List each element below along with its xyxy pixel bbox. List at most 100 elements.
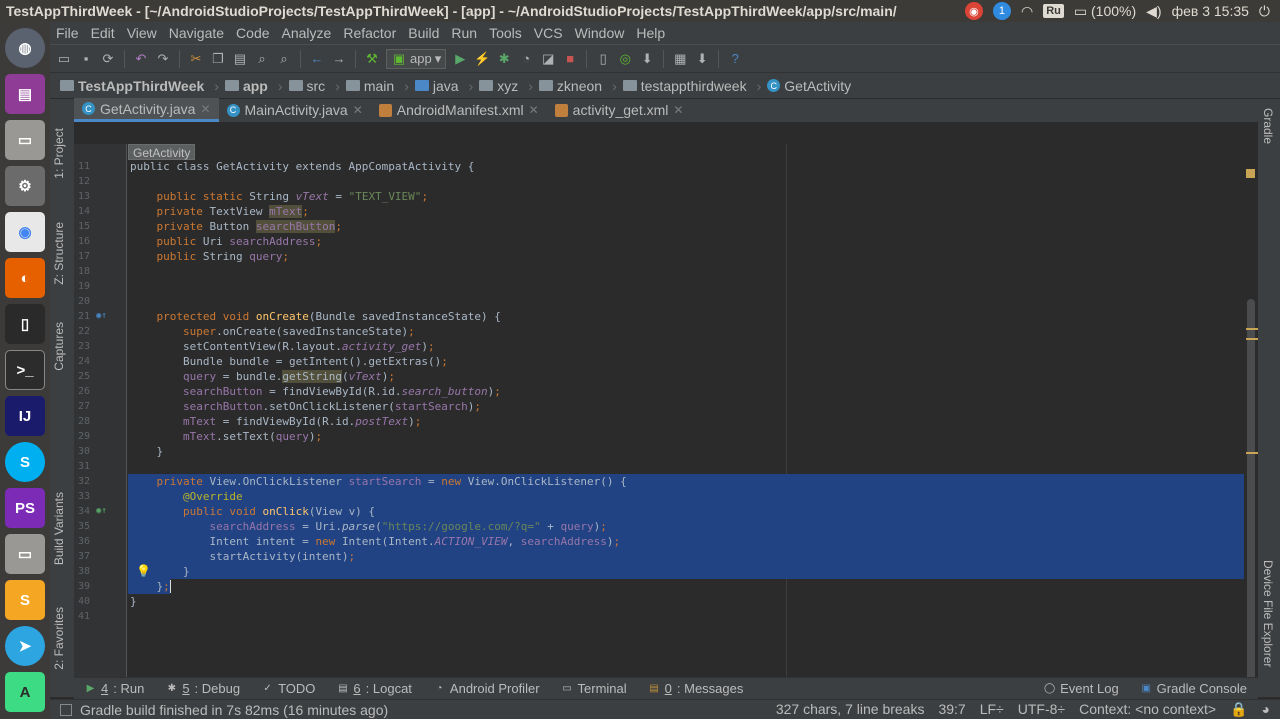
profile-icon[interactable]: ◔ [518, 51, 534, 67]
tool-project[interactable]: 1: Project [52, 128, 66, 179]
breadcrumb-xyz[interactable]: xyz [479, 78, 518, 94]
tool-gradle-console[interactable]: ▣ Gradle Console [1130, 681, 1258, 696]
implements-gutter-icon[interactable]: ◉↑ [96, 504, 107, 519]
close-icon[interactable]: ✕ [200, 102, 210, 116]
paste-icon[interactable]: ▤ [232, 51, 248, 67]
make-project-icon[interactable]: ⚒ [364, 51, 380, 67]
tool-device-file-explorer[interactable]: Device File Explorer [1261, 560, 1275, 667]
power-icon[interactable]: ⏻ [1259, 3, 1270, 20]
tool-gradle[interactable]: Gradle [1261, 108, 1275, 144]
breadcrumb-main[interactable]: main [345, 78, 394, 94]
tab-getactivity-java[interactable]: C GetActivity.java ✕ [74, 98, 219, 122]
volume-icon[interactable]: ◀) [1146, 3, 1161, 20]
sync-icon[interactable]: ⟳ [100, 51, 116, 67]
inspector-icon[interactable]: ◕ [1262, 701, 1270, 718]
redo-icon[interactable]: ↷ [155, 51, 171, 67]
lock-icon[interactable]: 🔒 [1230, 701, 1247, 718]
tool-logcat[interactable]: ▤ 6: Logcat [326, 681, 423, 696]
skype-icon[interactable]: S [5, 442, 45, 482]
sublime-icon[interactable]: S [5, 580, 45, 620]
apply-changes-icon[interactable]: ⚡ [474, 51, 490, 67]
chrome-tray-icon[interactable]: ◉ [964, 2, 983, 20]
find-icon[interactable]: ⌕ [254, 51, 270, 67]
tool-run[interactable]: ▶ 4: Run [74, 681, 155, 696]
gradle-sync-icon[interactable]: ◎ [617, 51, 633, 67]
menu-help[interactable]: Help [630, 25, 671, 41]
forward-icon[interactable]: → [331, 51, 347, 67]
tool-terminal[interactable]: ▭ Terminal [551, 681, 638, 696]
breadcrumb-app[interactable]: app [224, 78, 268, 94]
sdk-manager-icon[interactable]: ⬇ [639, 51, 655, 67]
menu-tools[interactable]: Tools [483, 25, 528, 41]
status-message[interactable]: Gradle build finished in 7s 82ms (16 min… [80, 702, 388, 718]
breadcrumb-project[interactable]: TestAppThirdWeek [60, 78, 204, 94]
tool-windows-toggle-icon[interactable] [60, 703, 72, 716]
close-icon[interactable]: ✕ [673, 103, 683, 117]
tab-androidmanifest-xml[interactable]: AndroidManifest.xml ✕ [371, 98, 547, 122]
menu-refactor[interactable]: Refactor [337, 25, 402, 41]
dash-home-icon[interactable]: ◍ [5, 28, 45, 68]
files-icon[interactable]: ▭ [5, 120, 45, 160]
cut-icon[interactable]: ✂ [188, 51, 204, 67]
menu-run[interactable]: Run [445, 25, 483, 41]
menu-code[interactable]: Code [230, 25, 275, 41]
tool-structure[interactable]: Z: Structure [52, 222, 66, 285]
menu-build[interactable]: Build [402, 25, 445, 41]
android-device-icon[interactable]: ▯ [5, 304, 45, 344]
replace-icon[interactable]: ⌕ [276, 51, 292, 67]
telegram-icon[interactable]: ➤ [5, 626, 45, 666]
warning-marker[interactable] [1246, 338, 1258, 340]
wifi-icon[interactable]: ◠ [1021, 3, 1033, 20]
code-editor[interactable]: 11 public class GetActivity extends AppCo… [74, 144, 1258, 697]
override-gutter-icon[interactable]: ◉↑ [96, 309, 107, 324]
menu-view[interactable]: View [121, 25, 163, 41]
chrome-icon[interactable]: ◉ [5, 212, 45, 252]
scrollbar-thumb[interactable] [1247, 299, 1255, 699]
warning-marker[interactable] [1246, 328, 1258, 330]
tool-debug[interactable]: ✱ 5: Debug [155, 681, 251, 696]
intellij-icon[interactable]: IJ [5, 396, 45, 436]
context-indicator[interactable]: Context: <no context> [1079, 701, 1216, 718]
breadcrumb-class[interactable]: C GetActivity [767, 78, 851, 94]
close-icon[interactable]: ✕ [353, 103, 363, 117]
help-icon[interactable]: ? [727, 51, 743, 67]
editor-scrollbar[interactable] [1244, 144, 1258, 699]
firefox-icon[interactable]: ◐ [5, 258, 45, 298]
menu-window[interactable]: Window [569, 25, 631, 41]
run-icon[interactable]: ▶ [452, 51, 468, 67]
undo-icon[interactable]: ↶ [133, 51, 149, 67]
run-configuration-select[interactable]: ▣ app ▾ [386, 48, 447, 69]
keyboard-layout-indicator[interactable]: Ru [1043, 4, 1064, 18]
analysis-status-icon[interactable] [1246, 169, 1255, 178]
menu-edit[interactable]: Edit [85, 25, 121, 41]
breadcrumb-src[interactable]: src [288, 78, 325, 94]
menu-analyze[interactable]: Analyze [276, 25, 338, 41]
project-structure-icon[interactable]: ▦ [672, 51, 688, 67]
tool-todo[interactable]: ✓ TODO [251, 681, 326, 696]
debug-icon[interactable]: ✱ [496, 51, 512, 67]
back-icon[interactable]: ← [309, 51, 325, 67]
close-icon[interactable]: ✕ [529, 103, 539, 117]
breadcrumb-zkneon[interactable]: zkneon [538, 78, 602, 94]
device-monitor-icon[interactable]: ⬇ [694, 51, 710, 67]
battery-indicator[interactable]: ▭ (100%) [1074, 3, 1136, 20]
save-icon[interactable]: ▪ [78, 51, 94, 67]
tab-mainactivity-java[interactable]: C MainActivity.java ✕ [219, 98, 371, 122]
archive-icon[interactable]: ▭ [5, 534, 45, 574]
tab-activity-get-xml[interactable]: activity_get.xml ✕ [547, 98, 692, 122]
tool-captures[interactable]: Captures [52, 322, 66, 371]
android-studio-icon[interactable]: A [5, 672, 45, 712]
tool-messages[interactable]: ▤ 0: Messages [638, 681, 755, 696]
settings-icon[interactable]: ⚙ [5, 166, 45, 206]
line-separator-select[interactable]: LF÷ [980, 701, 1004, 718]
breadcrumb-package[interactable]: testappthirdweek [622, 78, 747, 94]
tool-android-profiler[interactable]: ◔ Android Profiler [423, 681, 551, 696]
encoding-select[interactable]: UTF-8÷ [1018, 701, 1065, 718]
warning-marker[interactable] [1246, 452, 1258, 454]
avd-manager-icon[interactable]: ▯ [595, 51, 611, 67]
open-icon[interactable]: ▭ [56, 51, 72, 67]
tool-event-log[interactable]: ◯ Event Log [1033, 681, 1130, 696]
clock[interactable]: фев 3 15:35 [1172, 3, 1249, 19]
editor-breadcrumb-tooltip[interactable]: GetActivity [128, 144, 196, 160]
copy-icon[interactable]: ❐ [210, 51, 226, 67]
